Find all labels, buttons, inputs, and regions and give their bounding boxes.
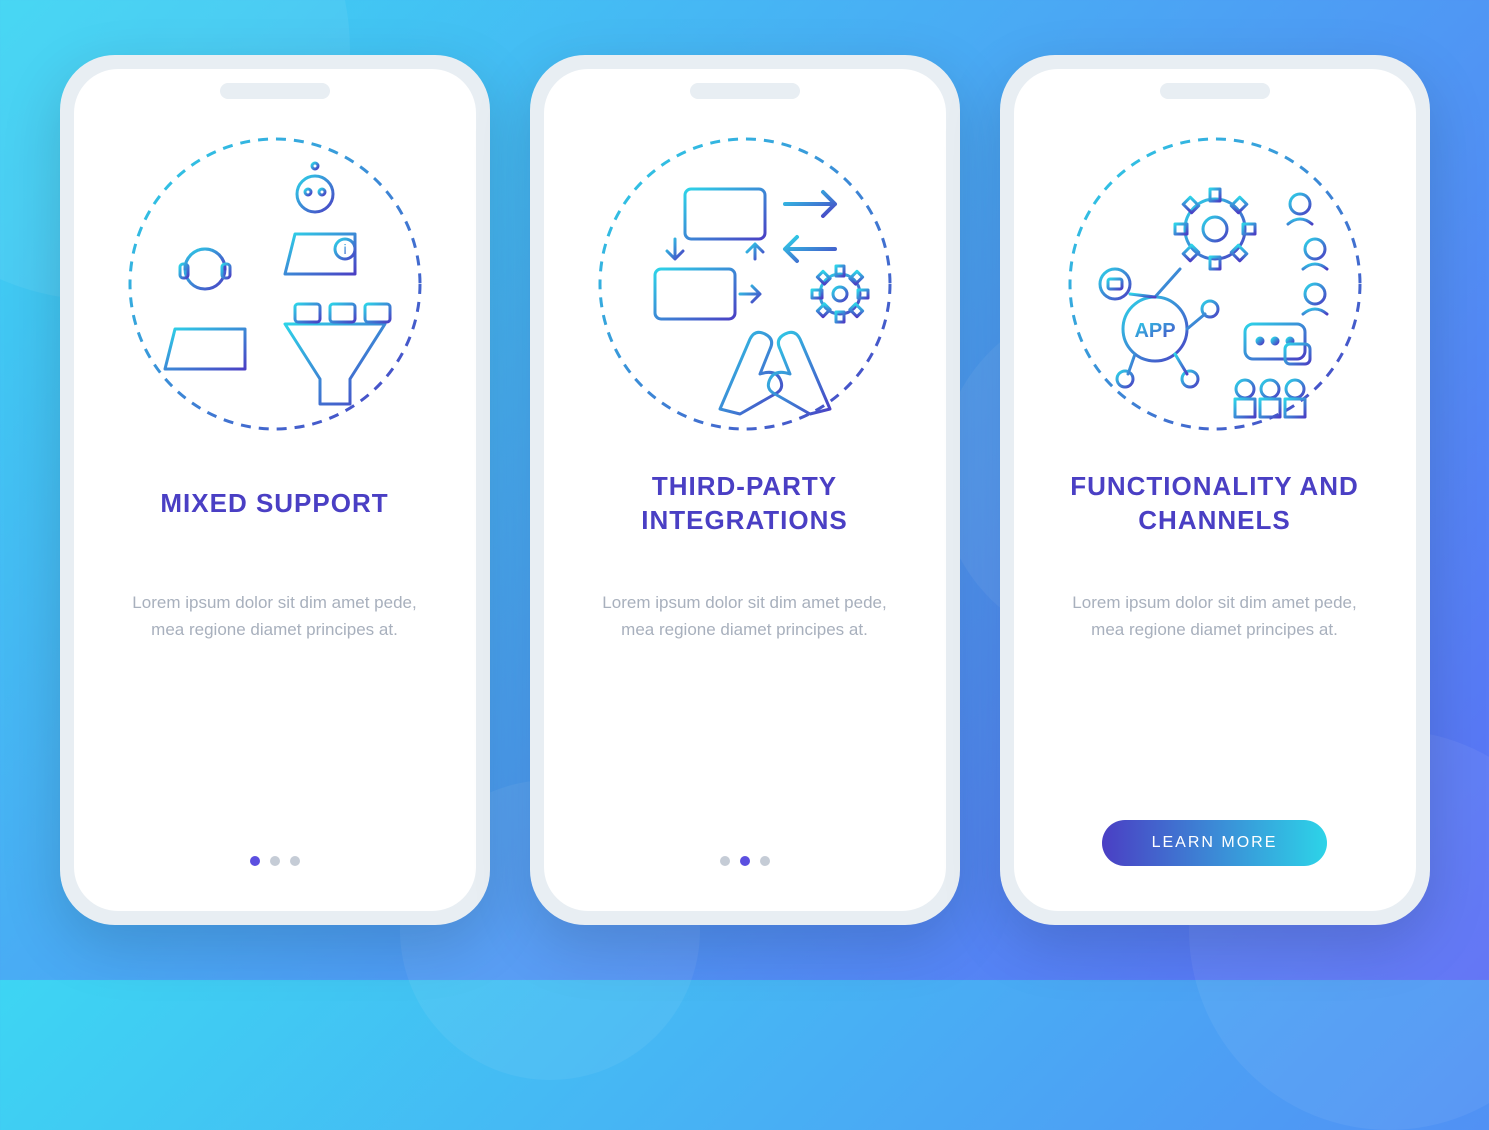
integrations-icon <box>590 129 900 439</box>
onboarding-screen-1: i MIXED SUPPORT Lorem ipsum dolor sit d <box>74 69 476 911</box>
dot-3[interactable] <box>760 856 770 866</box>
screen-description: Lorem ipsum dolor sit dim amet pede, mea… <box>1044 589 1386 643</box>
onboarding-screen-3: APP <box>1014 69 1416 911</box>
dot-1[interactable] <box>720 856 730 866</box>
onboarding-screen-2: THIRD-PARTY INTEGRATIONS Lorem ipsum dol… <box>544 69 946 911</box>
screen-title: THIRD-PARTY INTEGRATIONS <box>574 469 916 539</box>
mixed-support-icon: i <box>120 129 430 439</box>
screen-title: MIXED SUPPORT <box>160 469 388 539</box>
phone-mockup-2: THIRD-PARTY INTEGRATIONS Lorem ipsum dol… <box>530 55 960 925</box>
phone-mockup-1: i MIXED SUPPORT Lorem ipsum dolor sit d <box>60 55 490 925</box>
pagination-dots <box>720 856 770 866</box>
dot-1[interactable] <box>250 856 260 866</box>
learn-more-button[interactable]: LEARN MORE <box>1102 820 1328 866</box>
dot-2[interactable] <box>740 856 750 866</box>
pagination-dots <box>250 856 300 866</box>
dot-3[interactable] <box>290 856 300 866</box>
svg-text:i: i <box>343 241 346 257</box>
svg-text:APP: APP <box>1134 320 1175 342</box>
dot-2[interactable] <box>270 856 280 866</box>
screen-description: Lorem ipsum dolor sit dim amet pede, mea… <box>574 589 916 643</box>
phone-mockup-3: APP <box>1000 55 1430 925</box>
screen-title: FUNCTIONALITY AND CHANNELS <box>1044 469 1386 539</box>
functionality-icon: APP <box>1060 129 1370 439</box>
screen-description: Lorem ipsum dolor sit dim amet pede, mea… <box>104 589 446 643</box>
